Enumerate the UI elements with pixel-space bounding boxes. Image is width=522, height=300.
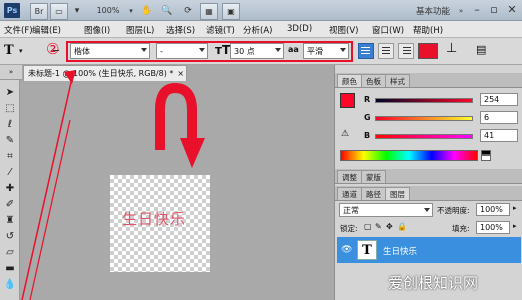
eye-icon[interactable]: 👁 xyxy=(341,245,352,255)
tab-layers[interactable]: 图层 xyxy=(385,187,410,200)
lock-all-icon[interactable]: 🔒 xyxy=(397,222,407,231)
layers-panel-tabs: 通道 路径 图层 xyxy=(335,186,522,201)
adjust-panel-tabs: 调整 蒙版 xyxy=(335,169,522,184)
layer-name[interactable]: 生日快乐 xyxy=(383,245,417,257)
channel-g-label: G xyxy=(364,113,371,122)
opacity-label: 不透明度: xyxy=(437,206,470,215)
color-panel-tabs: 颜色 色板 样式 xyxy=(335,73,522,88)
tab-color[interactable]: 颜色 xyxy=(337,74,362,87)
white-swatch[interactable] xyxy=(481,155,491,161)
tab-masks[interactable]: 蒙版 xyxy=(361,170,386,183)
opacity-dropdown-icon[interactable]: ▸ xyxy=(513,204,517,212)
watermark-text: 爱创根知识网 xyxy=(388,274,479,292)
tab-channels[interactable]: 通道 xyxy=(337,187,362,200)
annotation-hook-arrowhead xyxy=(180,138,205,168)
blend-mode-value: 正常 xyxy=(343,205,359,215)
annotation-arrowhead xyxy=(64,70,76,84)
fill-label: 填充: xyxy=(452,224,470,233)
tab-adjustments[interactable]: 调整 xyxy=(337,170,362,183)
right-panels: 颜色 色板 样式 R 254 G 6 ⚠ B 41 调整 蒙版 通道 路径 图层… xyxy=(334,65,522,300)
channel-b-label: B xyxy=(364,131,371,140)
channel-r-slider[interactable] xyxy=(375,98,473,103)
chevron-down-icon xyxy=(424,208,430,212)
text-layer-thumbnail: T xyxy=(357,240,377,260)
layer-row[interactable]: 👁 T 生日快乐 xyxy=(337,237,521,263)
warning-icon[interactable]: ⚠ xyxy=(341,129,352,139)
channel-b-slider[interactable] xyxy=(375,134,473,139)
lock-position-icon[interactable]: ✥ xyxy=(386,222,393,231)
channel-r-value[interactable]: 254 xyxy=(480,93,518,106)
lock-label: 锁定: xyxy=(340,224,358,233)
lock-transparency-icon[interactable]: ▢ xyxy=(364,222,372,231)
channel-g-value[interactable]: 6 xyxy=(480,111,518,124)
tab-swatches[interactable]: 色板 xyxy=(361,74,386,87)
channel-g-slider[interactable] xyxy=(375,116,473,121)
channel-r-label: R xyxy=(364,95,371,104)
tab-paths[interactable]: 路径 xyxy=(361,187,386,200)
fill-input[interactable]: 100% xyxy=(476,221,510,234)
color-spectrum-ramp[interactable] xyxy=(340,150,478,161)
annotation-line-lower xyxy=(29,119,71,300)
opacity-input[interactable]: 100% xyxy=(476,203,510,216)
channel-b-value[interactable]: 41 xyxy=(480,129,518,142)
annotation-line-upper xyxy=(21,77,73,300)
lock-pixels-icon[interactable]: ✎ xyxy=(375,222,382,231)
tab-styles[interactable]: 样式 xyxy=(385,74,410,87)
foreground-color-swatch[interactable] xyxy=(340,93,355,108)
fill-dropdown-icon[interactable]: ▸ xyxy=(513,222,517,230)
blend-mode-select[interactable]: 正常 xyxy=(339,203,433,217)
